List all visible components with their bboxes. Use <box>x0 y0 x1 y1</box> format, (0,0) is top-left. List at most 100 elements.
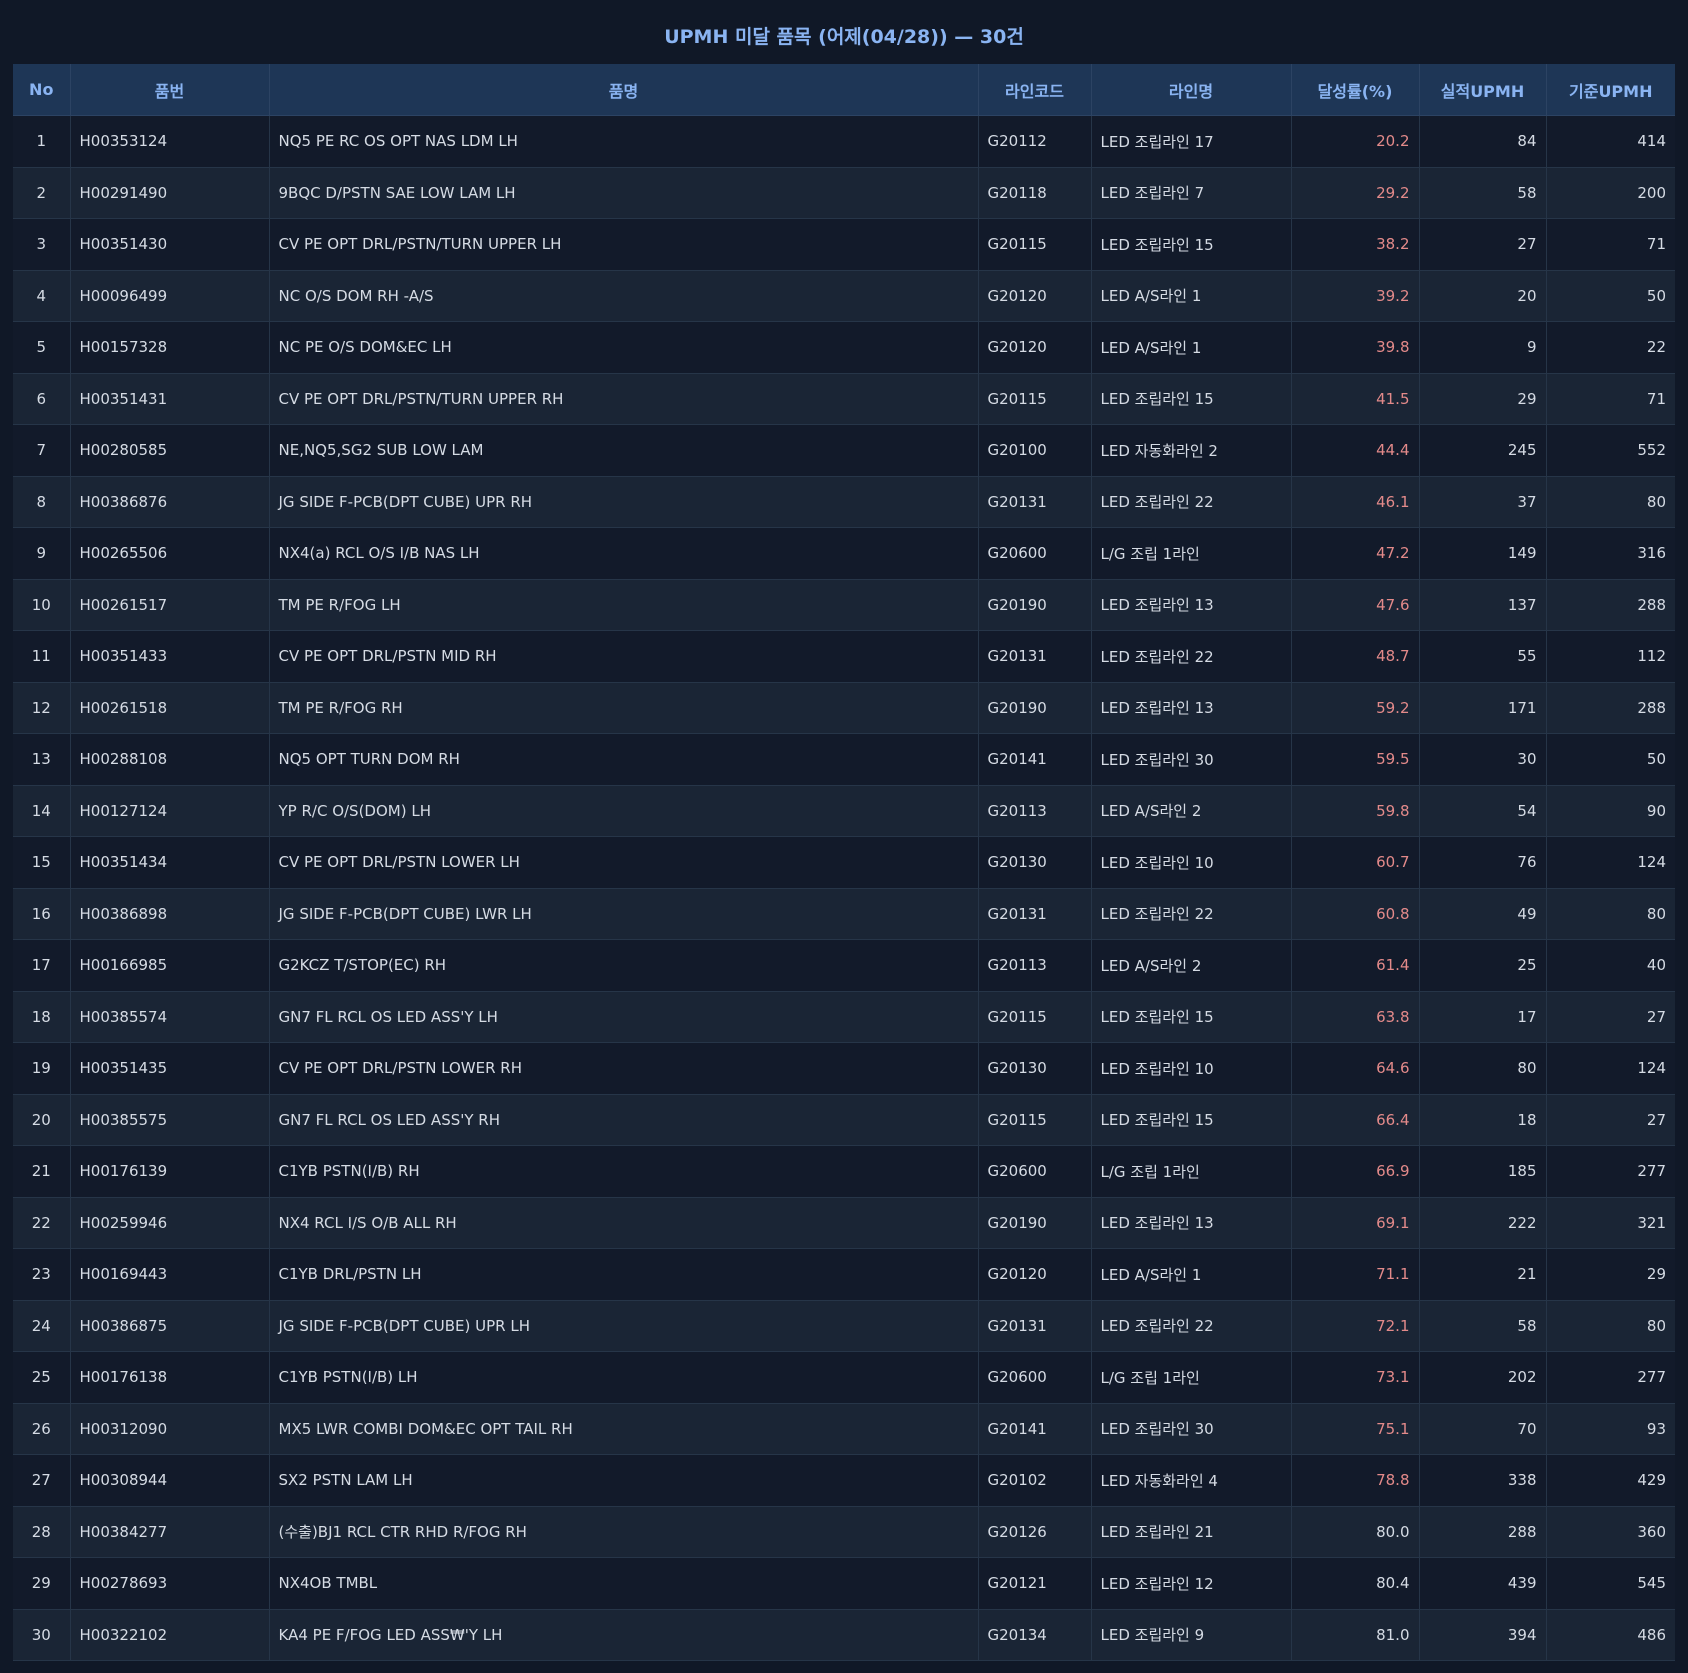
cell-line-code: G20141 <box>978 733 1092 786</box>
cell-line-name: L/G 조립 1라인 <box>1091 1145 1292 1198</box>
table-row[interactable]: 3 H00351430 CV PE OPT DRL/PSTN/TURN UPPER … <box>13 218 1675 271</box>
column-header-line-code[interactable]: 라인코드 <box>978 64 1092 116</box>
cell-part-no: H00157328 <box>70 321 270 374</box>
cell-no: 20 <box>13 1094 71 1146</box>
column-header-standard-upmh[interactable]: 기준UPMH <box>1546 64 1675 116</box>
cell-line-code: G20121 <box>978 1557 1092 1610</box>
table-row[interactable]: 23 H00169443 C1YB DRL/PSTN LH G20120 LED A/S… <box>13 1248 1675 1301</box>
cell-actual-upmh: 222 <box>1419 1197 1547 1249</box>
cell-line-name: LED A/S라인 2 <box>1091 939 1292 992</box>
cell-part-no: H00096499 <box>70 270 270 322</box>
cell-line-code: G20115 <box>978 991 1092 1043</box>
cell-actual-upmh: 394 <box>1419 1609 1547 1661</box>
cell-achievement-rate: 39.8 <box>1291 321 1420 374</box>
table-row[interactable]: 19 H00351435 CV PE OPT DRL/PSTN LOWER RH G2… <box>13 1042 1675 1095</box>
cell-part-no: H00386876 <box>70 476 270 528</box>
cell-standard-upmh: 124 <box>1546 836 1675 889</box>
column-header-actual-upmh[interactable]: 실적UPMH <box>1419 64 1547 116</box>
cell-actual-upmh: 149 <box>1419 527 1547 580</box>
table-row[interactable]: 5 H00157328 NC PE O/S DOM&EC LH G20120 LED A… <box>13 321 1675 374</box>
cell-line-name: LED 조립라인 15 <box>1091 1094 1292 1146</box>
cell-actual-upmh: 58 <box>1419 167 1547 219</box>
table-row[interactable]: 1 H00353124 NQ5 PE RC OS OPT NAS LDM LH G20… <box>13 115 1675 168</box>
table-row[interactable]: 17 H00166985 G2KCZ T/STOP(EC) RH G20113 LED … <box>13 939 1675 992</box>
cell-line-code: G20131 <box>978 888 1092 940</box>
cell-no: 26 <box>13 1403 71 1455</box>
table-row[interactable]: 11 H00351433 CV PE OPT DRL/PSTN MID RH G201… <box>13 630 1675 683</box>
table-row[interactable]: 14 H00127124 YP R/C O/S(DOM) LH G20113 LED A… <box>13 785 1675 837</box>
cell-part-no: H00288108 <box>70 733 270 786</box>
table-row[interactable]: 21 H00176139 C1YB PSTN(I/B) RH G20600 L/G 조립… <box>13 1145 1675 1198</box>
cell-line-code: G20131 <box>978 1300 1092 1352</box>
cell-standard-upmh: 288 <box>1546 579 1675 631</box>
cell-line-name: LED 조립라인 30 <box>1091 733 1292 786</box>
cell-line-code: G20112 <box>978 115 1092 168</box>
table-row[interactable]: 7 H00280585 NE,NQ5,SG2 SUB LOW LAM G20100 LE… <box>13 424 1675 477</box>
cell-achievement-rate: 38.2 <box>1291 218 1420 271</box>
table-row[interactable]: 28 H00384277 (수출)BJ1 RCL CTR RHD R/FOG RH G… <box>13 1506 1675 1558</box>
cell-part-no: H00385574 <box>70 991 270 1043</box>
column-header-line-name[interactable]: 라인명 <box>1091 64 1292 116</box>
cell-achievement-rate: 81.0 <box>1291 1609 1420 1661</box>
cell-actual-upmh: 137 <box>1419 579 1547 631</box>
cell-actual-upmh: 439 <box>1419 1557 1547 1610</box>
cell-achievement-rate: 47.2 <box>1291 527 1420 580</box>
table-row[interactable]: 20 H00385575 GN7 FL RCL OS LED ASS'Y RH G20… <box>13 1094 1675 1146</box>
table-row[interactable]: 26 H00312090 MX5 LWR COMBI DOM&EC OPT TAIL… <box>13 1403 1675 1455</box>
cell-achievement-rate: 39.2 <box>1291 270 1420 322</box>
table-row[interactable]: 18 H00385574 GN7 FL RCL OS LED ASS'Y LH G20… <box>13 991 1675 1043</box>
table-row[interactable]: 24 H00386875 JG SIDE F-PCB(DPT CUBE) UPR L… <box>13 1300 1675 1352</box>
cell-actual-upmh: 171 <box>1419 682 1547 734</box>
cell-part-no: H00176138 <box>70 1351 270 1404</box>
cell-part-name: NQ5 OPT TURN DOM RH <box>269 733 979 786</box>
column-header-part-name[interactable]: 품명 <box>269 64 979 116</box>
cell-line-name: LED 조립라인 22 <box>1091 1300 1292 1352</box>
table-row[interactable]: 4 H00096499 NC O/S DOM RH -A/S G20120 LED A/… <box>13 270 1675 322</box>
cell-part-no: H00386875 <box>70 1300 270 1352</box>
cell-line-name: LED 조립라인 12 <box>1091 1557 1292 1610</box>
cell-standard-upmh: 321 <box>1546 1197 1675 1249</box>
table-row[interactable]: 15 H00351434 CV PE OPT DRL/PSTN LOWER LH G2… <box>13 836 1675 889</box>
cell-part-name: MX5 LWR COMBI DOM&EC OPT TAIL RH <box>269 1403 979 1455</box>
table-row[interactable]: 12 H00261518 TM PE R/FOG RH G20190 LED 조립라인 … <box>13 682 1675 734</box>
cell-no: 12 <box>13 682 71 734</box>
cell-part-no: H00261517 <box>70 579 270 631</box>
table-row[interactable]: 22 H00259946 NX4 RCL I/S O/B ALL RH G20190 L… <box>13 1197 1675 1249</box>
cell-standard-upmh: 71 <box>1546 373 1675 425</box>
table-row[interactable]: 30 H00322102 KA4 PE F/FOG LED ASS₩'Y LH G20… <box>13 1609 1675 1661</box>
table-row[interactable]: 10 H00261517 TM PE R/FOG LH G20190 LED 조립라인 … <box>13 579 1675 631</box>
cell-line-code: G20113 <box>978 939 1092 992</box>
cell-line-code: G20102 <box>978 1454 1092 1507</box>
column-header-rate[interactable]: 달성률(%) <box>1291 64 1420 116</box>
table-row[interactable]: 2 H00291490 9BQC D/PSTN SAE LOW LAM LH G201… <box>13 167 1675 219</box>
cell-actual-upmh: 18 <box>1419 1094 1547 1146</box>
table-row[interactable]: 13 H00288108 NQ5 OPT TURN DOM RH G20141 LED … <box>13 733 1675 786</box>
cell-line-name: LED 조립라인 30 <box>1091 1403 1292 1455</box>
cell-actual-upmh: 54 <box>1419 785 1547 837</box>
table-row[interactable]: 27 H00308944 SX2 PSTN LAM LH G20102 LED 자동화라… <box>13 1454 1675 1507</box>
cell-standard-upmh: 360 <box>1546 1506 1675 1558</box>
column-header-part-no[interactable]: 품번 <box>70 64 270 116</box>
table-row[interactable]: 6 H00351431 CV PE OPT DRL/PSTN/TURN UPPER … <box>13 373 1675 425</box>
cell-actual-upmh: 30 <box>1419 733 1547 786</box>
cell-part-name: KA4 PE F/FOG LED ASS₩'Y LH <box>269 1609 979 1661</box>
cell-part-no: H00351431 <box>70 373 270 425</box>
column-header-no[interactable]: No <box>13 64 71 116</box>
cell-standard-upmh: 71 <box>1546 218 1675 271</box>
cell-no: 23 <box>13 1248 71 1301</box>
cell-line-name: LED 조립라인 17 <box>1091 115 1292 168</box>
cell-actual-upmh: 70 <box>1419 1403 1547 1455</box>
table-row[interactable]: 8 H00386876 JG SIDE F-PCB(DPT CUBE) UPR RH… <box>13 476 1675 528</box>
cell-standard-upmh: 112 <box>1546 630 1675 683</box>
cell-no: 29 <box>13 1557 71 1610</box>
cell-part-name: NX4(a) RCL O/S I/B NAS LH <box>269 527 979 580</box>
cell-achievement-rate: 69.1 <box>1291 1197 1420 1249</box>
table-row[interactable]: 29 H00278693 NX4OB TMBL G20121 LED 조립라인 12 80… <box>13 1557 1675 1610</box>
cell-part-no: H00386898 <box>70 888 270 940</box>
cell-actual-upmh: 55 <box>1419 630 1547 683</box>
table-row[interactable]: 9 H00265506 NX4(a) RCL O/S I/B NAS LH G2060… <box>13 527 1675 580</box>
cell-standard-upmh: 50 <box>1546 270 1675 322</box>
cell-actual-upmh: 9 <box>1419 321 1547 374</box>
table-row[interactable]: 25 H00176138 C1YB PSTN(I/B) LH G20600 L/G 조립… <box>13 1351 1675 1404</box>
table-row[interactable]: 16 H00386898 JG SIDE F-PCB(DPT CUBE) LWR L… <box>13 888 1675 940</box>
